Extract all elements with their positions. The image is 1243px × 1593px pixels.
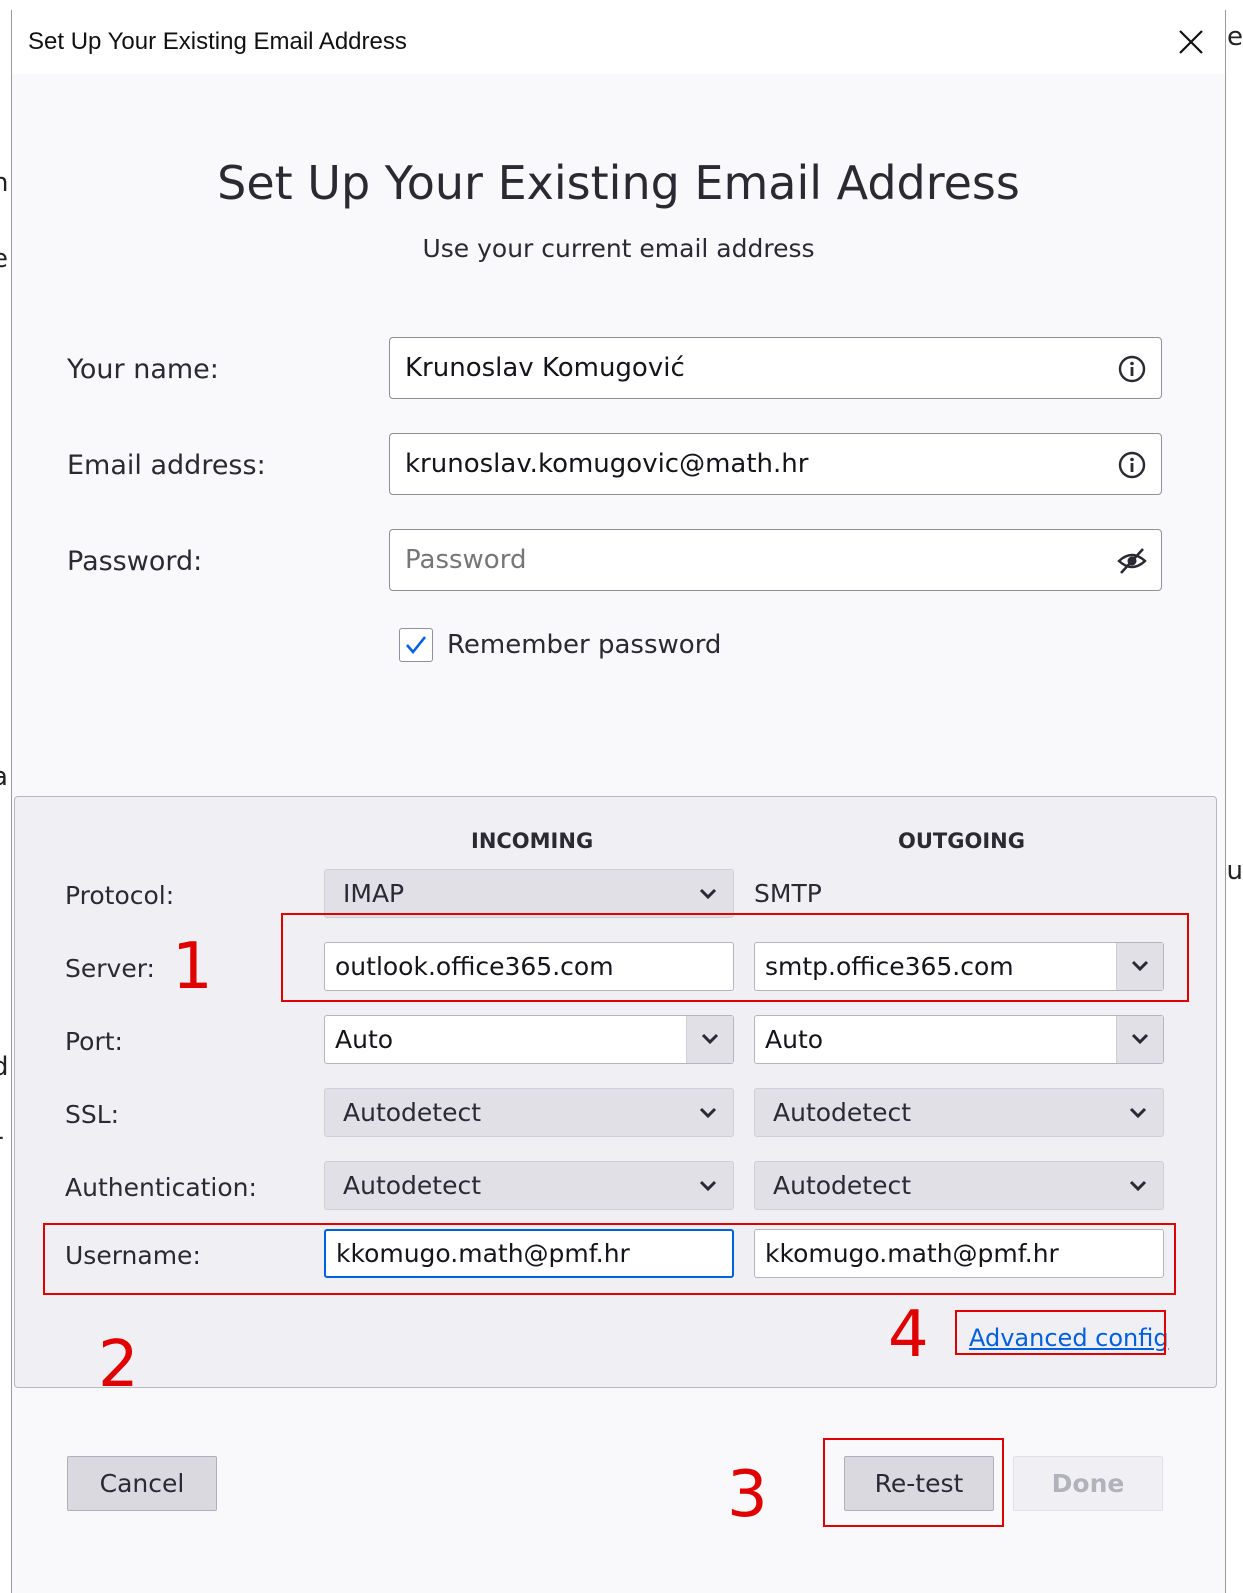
annotation-box-username xyxy=(43,1223,1176,1295)
page-title: Set Up Your Existing Email Address xyxy=(217,156,1020,210)
password-label: Password: xyxy=(67,546,203,577)
annotation-box-retest xyxy=(823,1438,1004,1527)
incoming-port-value: Auto xyxy=(335,1025,394,1054)
outgoing-port-value: Auto xyxy=(765,1025,824,1054)
close-icon xyxy=(1179,30,1203,54)
info-icon[interactable] xyxy=(1117,354,1147,384)
outgoing-port-dropdown-button[interactable] xyxy=(1116,1016,1163,1063)
incoming-port-dropdown-button[interactable] xyxy=(686,1016,733,1063)
ssl-label: SSL: xyxy=(65,1100,120,1129)
remember-password-checkbox[interactable] xyxy=(399,628,433,662)
incoming-ssl-select[interactable]: Autodetect xyxy=(324,1088,734,1137)
close-button[interactable] xyxy=(1171,22,1211,62)
email-setup-dialog: Set Up Your Existing Email Address Set U… xyxy=(11,10,1226,1593)
email-label: Email address: xyxy=(67,450,266,481)
annotation-box-advanced xyxy=(955,1310,1166,1355)
chevron-down-icon xyxy=(1131,1033,1149,1045)
server-config-panel: INCOMING OUTGOING Protocol: IMAP SMTP Se… xyxy=(14,796,1217,1388)
remember-password-label: Remember password xyxy=(447,630,722,660)
eye-slash-icon[interactable] xyxy=(1117,546,1147,576)
incoming-auth-value: Autodetect xyxy=(343,1171,482,1200)
chevron-down-icon xyxy=(699,1107,717,1119)
annotation-number-3: 3 xyxy=(727,1458,768,1532)
protocol-label: Protocol: xyxy=(65,881,175,910)
background-window-right-edge: e u xyxy=(1223,0,1243,1593)
background-window-left-edge: n e l a d r xyxy=(0,0,11,1593)
authentication-label: Authentication: xyxy=(65,1173,257,1202)
chevron-down-icon xyxy=(701,1033,719,1045)
port-label: Port: xyxy=(65,1027,123,1056)
chevron-down-icon xyxy=(1129,1107,1147,1119)
page-subtitle: Use your current email address xyxy=(422,234,815,263)
annotation-box-server xyxy=(281,913,1189,1002)
done-button[interactable]: Done xyxy=(1013,1456,1163,1511)
password-field-container xyxy=(389,529,1162,591)
incoming-protocol-select[interactable]: IMAP xyxy=(324,869,734,918)
chevron-down-icon xyxy=(699,1180,717,1192)
chevron-down-icon xyxy=(699,888,717,900)
name-field-container xyxy=(389,337,1162,399)
incoming-protocol-value: IMAP xyxy=(343,879,405,908)
incoming-ssl-value: Autodetect xyxy=(343,1098,482,1127)
email-field-container xyxy=(389,433,1162,495)
cancel-button[interactable]: Cancel xyxy=(67,1456,217,1511)
info-icon[interactable] xyxy=(1117,450,1147,480)
password-input[interactable] xyxy=(390,530,1161,590)
outgoing-ssl-select[interactable]: Autodetect xyxy=(754,1088,1164,1137)
incoming-port-combo[interactable]: Auto xyxy=(324,1015,734,1064)
server-label: Server: xyxy=(65,954,155,983)
email-input[interactable] xyxy=(390,434,1161,494)
outgoing-auth-select[interactable]: Autodetect xyxy=(754,1161,1164,1210)
incoming-auth-select[interactable]: Autodetect xyxy=(324,1161,734,1210)
outgoing-header: OUTGOING xyxy=(898,829,1025,853)
outgoing-protocol-value: SMTP xyxy=(754,879,822,908)
titlebar: Set Up Your Existing Email Address xyxy=(12,10,1225,74)
window-title: Set Up Your Existing Email Address xyxy=(28,28,407,55)
annotation-number-2: 2 xyxy=(98,1328,139,1402)
outgoing-port-combo[interactable]: Auto xyxy=(754,1015,1164,1064)
remember-password-row: Remember password xyxy=(399,628,721,662)
incoming-header: INCOMING xyxy=(471,829,594,853)
annotation-number-4: 4 xyxy=(888,1298,929,1372)
chevron-down-icon xyxy=(1129,1180,1147,1192)
annotation-number-1: 1 xyxy=(172,930,213,1004)
checkmark-icon xyxy=(406,636,427,655)
outgoing-auth-value: Autodetect xyxy=(773,1171,912,1200)
outgoing-ssl-value: Autodetect xyxy=(773,1098,912,1127)
name-input[interactable] xyxy=(390,338,1161,398)
name-label: Your name: xyxy=(67,354,219,385)
